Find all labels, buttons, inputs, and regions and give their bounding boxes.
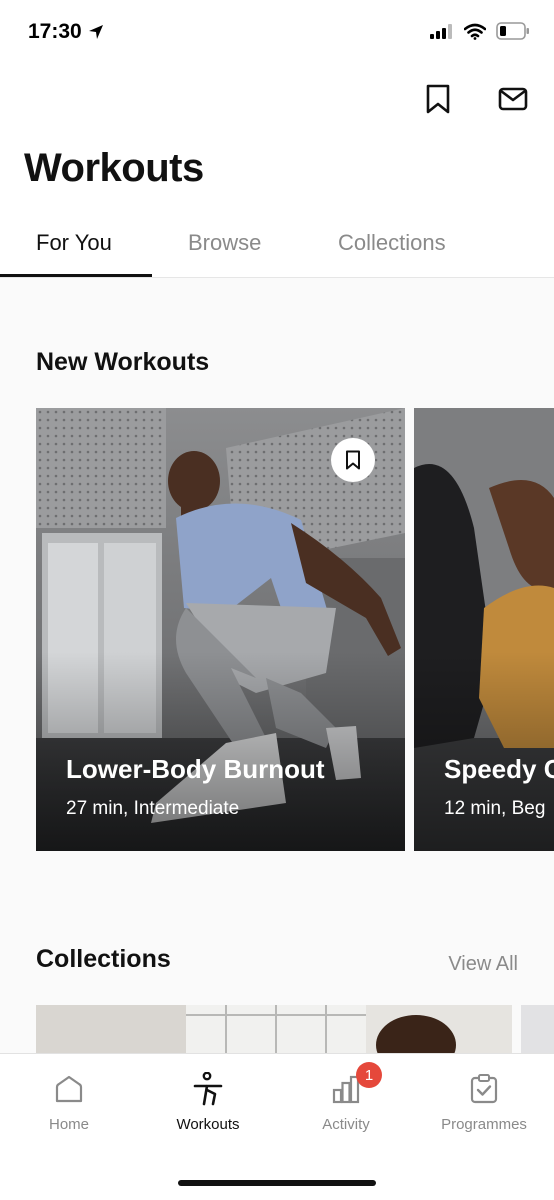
workout-title: Speedy C	[444, 754, 554, 784]
active-tab-indicator	[0, 274, 152, 277]
inbox-button[interactable]	[496, 82, 530, 116]
cellular-signal-icon	[430, 24, 452, 39]
tab-for-you[interactable]: For You	[36, 230, 112, 256]
wifi-icon	[464, 23, 486, 40]
tab-collections[interactable]: Collections	[338, 230, 446, 256]
notification-badge: 1	[356, 1062, 382, 1088]
runner-icon	[191, 1072, 225, 1106]
tabbar-label: Activity	[322, 1116, 370, 1133]
status-icons	[430, 22, 530, 40]
house-icon	[52, 1072, 86, 1106]
workout-title: Lower-Body Burnout	[66, 754, 325, 784]
bookmark-workout-button[interactable]	[331, 438, 375, 482]
tabbar-label: Programmes	[441, 1116, 527, 1133]
top-actions	[0, 66, 554, 138]
status-bar: 17:30	[0, 0, 554, 66]
bookmark-icon	[426, 84, 450, 114]
home-indicator	[178, 1180, 376, 1186]
bookmark-icon	[346, 450, 360, 470]
bottom-tab-bar: Home Workouts 1 Activity Programmes	[0, 1053, 554, 1200]
clipboard-check-icon	[467, 1072, 501, 1106]
envelope-icon	[498, 87, 528, 111]
tab-browse[interactable]: Browse	[188, 230, 261, 256]
new-workouts-heading: New Workouts	[36, 348, 210, 376]
saved-workouts-button[interactable]	[421, 82, 455, 116]
workout-meta: 27 min, Intermediate	[66, 798, 240, 819]
header: Workouts For You Browse Collections	[0, 138, 554, 278]
tabbar-label: Workouts	[176, 1116, 240, 1133]
workout-meta: 12 min, Beg	[444, 798, 546, 819]
page-title: Workouts	[24, 146, 204, 190]
workout-card-lower-body-burnout[interactable]: Lower-Body Burnout 27 min, Intermediate	[36, 408, 405, 851]
battery-icon	[496, 22, 529, 40]
status-time-text: 17:30	[28, 20, 82, 43]
tabbar-programmes[interactable]: Programmes	[424, 1072, 544, 1133]
tabbar-home[interactable]: Home	[9, 1072, 129, 1133]
collections-heading: Collections	[36, 945, 171, 973]
tabbar-label: Home	[48, 1116, 89, 1133]
view-all-collections-link[interactable]: View All	[448, 953, 518, 976]
workout-card-speedy[interactable]: Speedy C 12 min, Beg	[414, 408, 554, 851]
tabbar-activity[interactable]: 1 Activity	[286, 1062, 406, 1133]
location-arrow-icon	[88, 25, 103, 39]
tab-bar: For You Browse Collections	[0, 226, 554, 278]
tabbar-workouts[interactable]: Workouts	[148, 1072, 268, 1133]
status-time: 17:30	[28, 20, 104, 44]
